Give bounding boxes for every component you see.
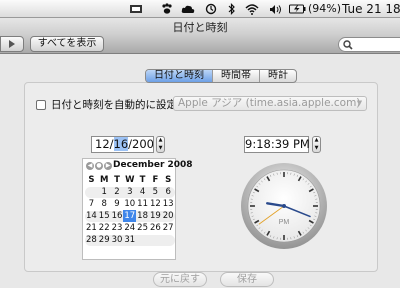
calendar-week-row: 7 8 9 10 11 12 13	[85, 198, 175, 210]
search-input[interactable]	[338, 37, 400, 52]
calendar-day[interactable]: 28	[85, 234, 98, 246]
calendar-day[interactable]: 31	[123, 234, 136, 246]
calendar-day[interactable]: 4	[136, 186, 149, 198]
toolbar: すべてを表示	[0, 34, 400, 54]
calendar-day[interactable]: 24	[123, 222, 136, 234]
calendar-day[interactable]: 16	[111, 210, 124, 222]
calendar-day[interactable]: 1	[98, 186, 111, 198]
window-titlebar[interactable]: 日付と時刻	[0, 18, 400, 34]
calendar-weekday: T	[114, 175, 120, 185]
calendar-weekday: M	[99, 175, 109, 185]
volume-icon[interactable]	[268, 2, 282, 16]
clock-center	[282, 204, 286, 208]
calendar-day[interactable]: 26	[149, 222, 162, 234]
date-stepper[interactable]: ▲ ▼	[156, 136, 165, 153]
calendar-day[interactable]: 11	[136, 198, 149, 210]
auto-set-checkbox[interactable]	[36, 99, 46, 110]
date-month[interactable]: 12	[95, 137, 110, 151]
preferences-pane: 日付と時刻 時間帯 時計	[0, 55, 400, 288]
bluetooth-icon[interactable]	[226, 2, 238, 16]
calendar-day[interactable]: 5	[149, 186, 162, 198]
search-icon	[343, 40, 353, 50]
date-field[interactable]: 12/16/2008	[91, 136, 154, 153]
calendar-day[interactable]: 9	[111, 198, 124, 210]
calendar-day[interactable]: 19	[149, 210, 162, 222]
calendar-day[interactable]: 3	[123, 186, 136, 198]
calendar-day[interactable]: 29	[98, 234, 111, 246]
date-separator: /	[109, 137, 114, 151]
date-year[interactable]: 2008	[132, 137, 153, 151]
calendar-day[interactable]: 18	[136, 210, 149, 222]
calendar-week-row: 21 22 23 24 25 26 27	[85, 222, 175, 234]
arrow-down-icon[interactable]: ▼	[159, 145, 163, 151]
tab-clock[interactable]: 時計	[260, 70, 296, 82]
calendar-day[interactable]: 23	[111, 222, 124, 234]
tab-bar: 日付と時刻 時間帯 時計	[145, 69, 297, 83]
time-server-select: Apple アジア (time.asia.apple.com) ▼	[173, 96, 367, 111]
date-day[interactable]: 16	[113, 137, 129, 151]
clock-ampm: PM	[279, 219, 290, 226]
save-button[interactable]: 保存	[220, 272, 274, 287]
time-server-value: Apple アジア (time.asia.apple.com)	[178, 97, 361, 109]
menu-bar: (94%) Tue 21 18 39	[0, 0, 400, 18]
window-title: 日付と時刻	[172, 21, 228, 34]
calendar-day[interactable]: 20	[162, 210, 175, 222]
analog-clock: PM	[241, 163, 327, 249]
chevron-down-icon: ▼	[356, 99, 363, 107]
auto-set-row: 日付と時刻を自動的に設定：	[36, 97, 188, 112]
battery-percent: (94%)	[308, 2, 342, 15]
auto-set-label: 日付と時刻を自動的に設定：	[51, 99, 188, 111]
calendar-weekday: S	[88, 175, 95, 185]
arrow-up-icon[interactable]: ▲	[159, 138, 163, 143]
calendar-day[interactable]: 7	[85, 198, 98, 210]
calendar-day[interactable]: 30	[111, 234, 124, 246]
calendar-weekday: S	[165, 175, 172, 185]
calendar-week-row: 123456	[85, 186, 175, 198]
time-field[interactable]: 9:18:39 PM	[244, 136, 310, 153]
paw-icon[interactable]	[160, 2, 174, 16]
calendar-week-row: 28 29 30 31	[85, 234, 175, 246]
today-button[interactable]: ●	[95, 162, 103, 170]
tab-date-time[interactable]: 日付と時刻	[146, 70, 213, 82]
calendar-day[interactable]: 27	[162, 222, 175, 234]
tab-time-zone[interactable]: 時間帯	[213, 70, 260, 82]
calendar-day[interactable]: 17	[123, 210, 137, 222]
calendar-day[interactable]: 6	[162, 186, 175, 198]
calendar-day[interactable]: 14	[85, 210, 98, 222]
calendar-day[interactable]: 12	[149, 198, 162, 210]
calendar-day[interactable]: 2	[111, 186, 124, 198]
calendar-day[interactable]: 10	[123, 198, 136, 210]
calendar-weekday: F	[152, 175, 159, 185]
wifi-icon[interactable]	[244, 2, 260, 16]
menubar-clock[interactable]: Tue 21 18 39	[342, 2, 400, 16]
calendar-weekday: W	[125, 175, 135, 185]
play-forward-icon	[9, 40, 15, 48]
app-menu-icon[interactable]	[128, 2, 144, 16]
arrow-up-icon[interactable]: ▲	[315, 138, 319, 143]
calendar-day[interactable]: 15	[98, 210, 111, 222]
calendar-month-label: December 2008	[113, 160, 193, 170]
calendar-weekday-row: SMTWTFS	[85, 174, 175, 186]
calendar-header: ◀ ● ▶ December 2008	[83, 160, 193, 172]
revert-button[interactable]: 元に戻す	[153, 272, 207, 287]
arrow-down-icon[interactable]: ▼	[315, 145, 319, 151]
calendar-day[interactable]: 22	[98, 222, 111, 234]
calendar-day[interactable]: 13	[162, 198, 175, 210]
next-month-button[interactable]: ▶	[104, 162, 112, 170]
battery-icon[interactable]	[288, 2, 306, 16]
calendar-day[interactable]: 21	[85, 222, 98, 234]
previous-month-button[interactable]: ◀	[86, 162, 94, 170]
cloud-icon[interactable]	[180, 2, 196, 16]
calendar-grid: S M T W T F S 1 2 3 4 5 6 7 8 9 10 11 12 13 14 15 16 17 18 19 20 21…	[85, 174, 175, 246]
calendar-weekday: T	[139, 175, 146, 185]
forward-button[interactable]	[0, 36, 24, 52]
time-stepper[interactable]: ▲ ▼	[312, 136, 321, 153]
calendar-week-row: 14 15 16 17 18 19 20	[85, 210, 175, 222]
calendar: ◀ ● ▶ December 2008 S M T W T F S 1 2 3 4 5 6 7 8 9 10 11…	[82, 158, 193, 260]
calendar-day[interactable]: 25	[136, 222, 149, 234]
time-machine-icon[interactable]	[204, 2, 218, 16]
show-all-button[interactable]: すべてを表示	[30, 36, 104, 52]
calendar-day[interactable]: 8	[98, 198, 111, 210]
